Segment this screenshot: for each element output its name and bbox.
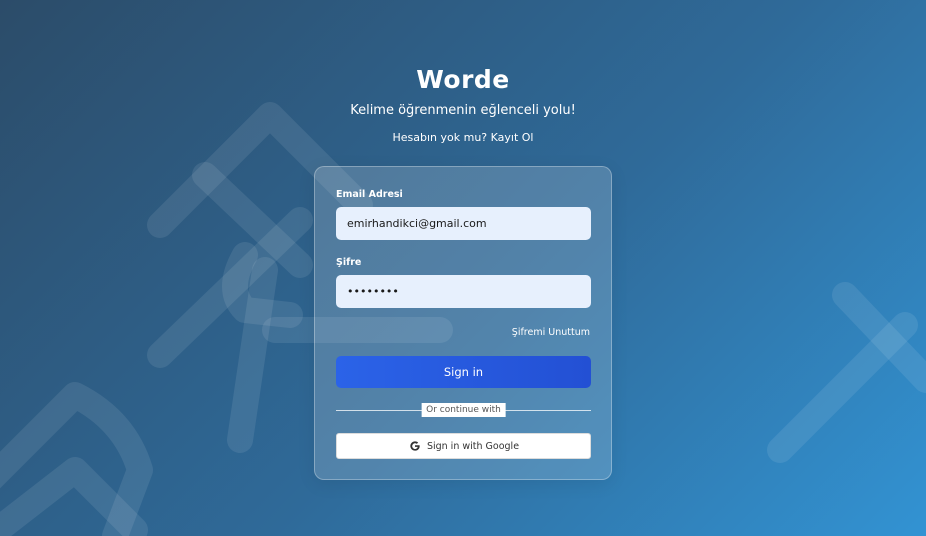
bg-shape-stroke-5 — [227, 257, 278, 453]
forgot-password-link[interactable]: Şifremi Unuttum — [512, 327, 590, 338]
google-button-label: Sign in with Google — [426, 440, 520, 452]
bg-shape-stroke-6 — [832, 282, 926, 393]
login-card: Email Adresi Şifre Şifremi Unuttum Sign … — [314, 166, 612, 480]
signup-link[interactable]: Kayıt Ol — [491, 131, 534, 144]
divider-text: Or continue with — [421, 403, 506, 417]
bg-shape-stroke-9 — [0, 457, 148, 536]
bg-shape-stroke-7 — [767, 312, 918, 463]
password-label: Şifre — [336, 257, 362, 268]
email-field[interactable] — [336, 207, 591, 240]
google-g-icon — [410, 441, 420, 451]
bg-shape-stroke-1 — [192, 162, 313, 278]
bg-shape-stroke-2 — [222, 242, 303, 328]
app-title: Worde — [416, 65, 510, 94]
signup-prompt-text: Hesabın yok mu? — [392, 131, 488, 144]
divider: Or continue with — [336, 403, 591, 417]
bg-shape-stroke-3 — [147, 207, 313, 368]
app-subtitle: Kelime öğrenmenin eğlenceli yolu! — [350, 103, 576, 118]
google-sign-in-button[interactable]: Sign in with Google — [336, 433, 591, 459]
bg-shape-stroke-8 — [0, 382, 153, 536]
sign-in-button[interactable]: Sign in — [336, 356, 591, 388]
header: Worde Kelime öğrenmenin eğlenceli yolu! … — [0, 62, 926, 146]
email-label: Email Adresi — [336, 189, 403, 200]
password-field[interactable] — [336, 275, 591, 308]
signup-prompt: Hesabın yok mu? Kayıt Ol — [0, 130, 926, 146]
